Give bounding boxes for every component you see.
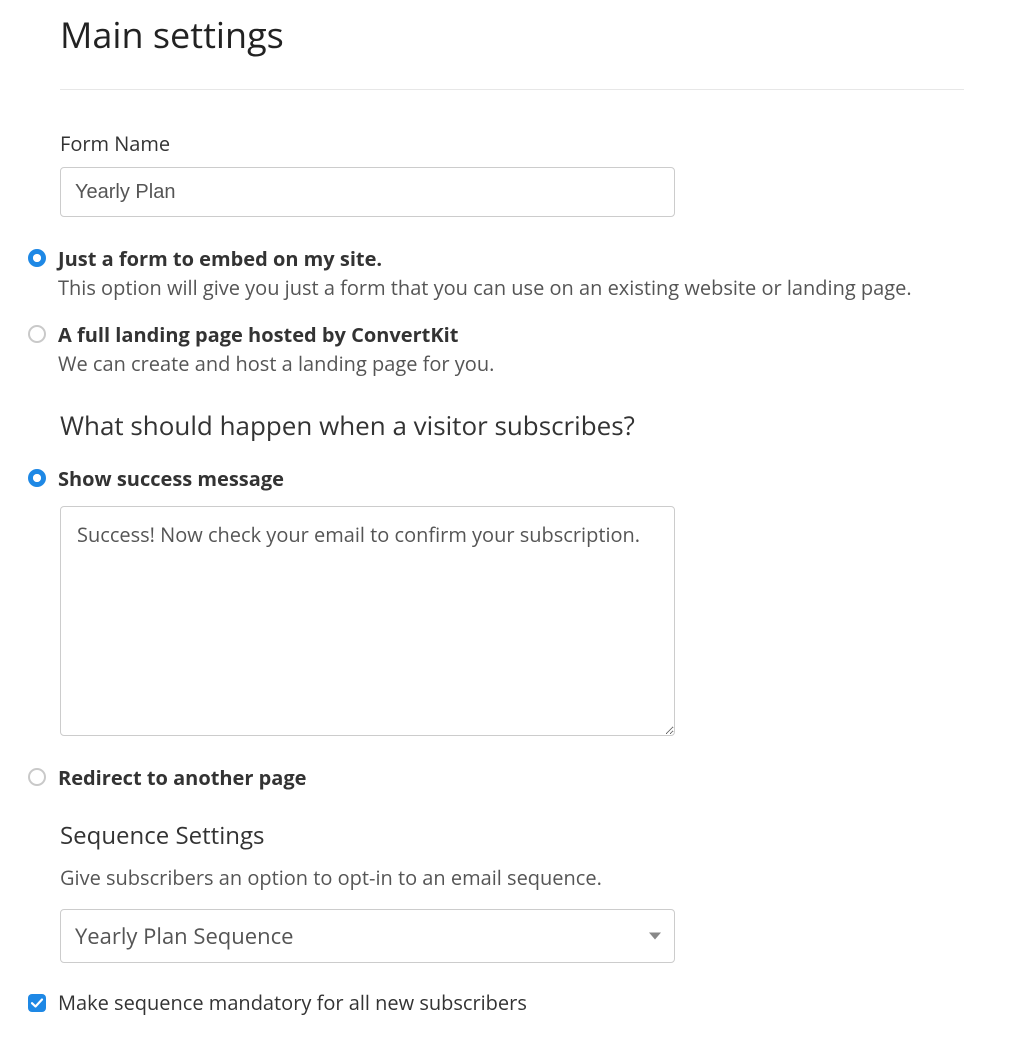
form-name-label: Form Name [60, 130, 964, 157]
radio-form-type-landing[interactable] [28, 325, 46, 343]
sequence-desc: Give subscribers an option to opt-in to … [60, 864, 964, 891]
radio-label-landing-title: A full landing page hosted by ConvertKit [58, 321, 964, 348]
form-name-input[interactable] [60, 167, 675, 217]
radio-label-landing-desc: We can create and host a landing page fo… [58, 350, 964, 377]
radio-redirect[interactable] [28, 768, 46, 786]
radio-label-redirect: Redirect to another page [58, 764, 964, 791]
divider [60, 89, 964, 90]
page-title: Main settings [60, 10, 964, 59]
sequence-select[interactable]: Yearly Plan Sequence [60, 909, 675, 963]
radio-label-embed-desc: This option will give you just a form th… [58, 274, 964, 301]
sequence-mandatory-label: Make sequence mandatory for all new subs… [58, 989, 527, 1016]
check-icon [30, 996, 44, 1010]
radio-form-type-embed[interactable] [28, 249, 46, 267]
radio-label-show-success: Show success message [58, 465, 964, 492]
radio-label-embed-title: Just a form to embed on my site. [58, 245, 964, 272]
sequence-mandatory-checkbox[interactable] [28, 994, 46, 1012]
success-message-textarea[interactable] [60, 506, 675, 736]
sequence-select-value: Yearly Plan Sequence [75, 921, 294, 951]
on-subscribe-heading: What should happen when a visitor subscr… [60, 407, 964, 443]
radio-show-success[interactable] [28, 469, 46, 487]
sequence-heading: Sequence Settings [60, 819, 964, 852]
